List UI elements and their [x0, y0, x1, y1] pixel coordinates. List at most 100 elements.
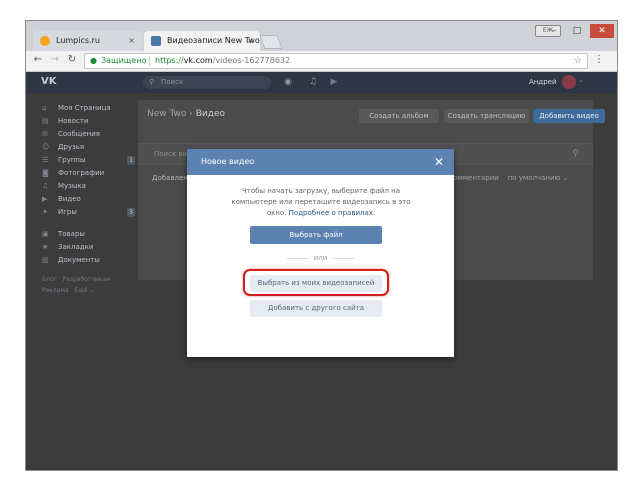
tab-added[interactable]: Добавлен: [152, 174, 188, 182]
close-icon[interactable]: ✕: [434, 149, 444, 175]
create-album-button[interactable]: Создать альбом: [359, 109, 439, 123]
tab-close-icon[interactable]: ×: [128, 31, 135, 51]
add-from-other-site-button[interactable]: Добавить с другого сайта: [250, 300, 382, 317]
select-file-button[interactable]: Выбрать файл: [250, 226, 382, 244]
bell-icon[interactable]: ◉: [282, 76, 294, 88]
divider: [149, 56, 150, 66]
sidebar-item-label: Группы: [58, 156, 86, 164]
url-scheme: https://: [155, 56, 184, 65]
chevron-down-icon[interactable]: ⌄: [578, 76, 584, 84]
vk-search-placeholder: Поиск: [161, 78, 184, 86]
maximize-button[interactable]: □: [568, 24, 586, 38]
tab-vk-videos[interactable]: Видеозаписи New Two ×: [144, 31, 260, 51]
or-divider: или: [187, 254, 454, 262]
music-icon[interactable]: ♫: [307, 76, 319, 88]
sidebar-item-goods[interactable]: ▣ Товары: [40, 228, 135, 241]
count-badge: 1: [127, 156, 135, 165]
groups-icon: ☰: [42, 156, 49, 164]
games-icon: ✦: [42, 208, 48, 216]
sidebar-item-bookmarks[interactable]: ★ Закладки: [40, 241, 135, 254]
address-bar[interactable]: ● Защищено https://vk.com/videos-1627786…: [84, 53, 588, 69]
user-name[interactable]: Андрей: [529, 76, 557, 88]
sidebar-item-label: Моя Страница: [58, 104, 111, 112]
sidebar-item-friends[interactable]: ☺ Друзья: [40, 141, 135, 154]
lumpics-favicon-icon: [40, 36, 50, 46]
browser-menu-icon[interactable]: ⋮: [592, 53, 606, 67]
url-host: vk.com: [183, 56, 213, 65]
sidebar-item-label: Товары: [58, 230, 85, 238]
sidebar-item-label: Фотографии: [58, 169, 105, 177]
sidebar-item-games[interactable]: ✦ Игры 3: [40, 206, 135, 219]
breadcrumb-separator: ›: [189, 109, 193, 119]
footer-link-developers[interactable]: Разработчикам: [63, 276, 111, 283]
sidebar-item-label: Сообщения: [58, 130, 101, 138]
close-window-button[interactable]: ✕: [590, 24, 614, 38]
search-icon: ⚲: [149, 78, 155, 86]
sidebar-item-label: Друзья: [58, 143, 85, 151]
footer-link-ads[interactable]: Реклама: [42, 287, 69, 294]
browser-window: Lumpics.ru × Видеозаписи New Two × ЕЖ – …: [25, 20, 618, 471]
sort-controls: ор комментарии по умолчанию ⌄: [438, 174, 569, 182]
bookmark-star-icon[interactable]: ☆: [574, 54, 582, 68]
create-stream-button[interactable]: Создать трансляцию: [444, 109, 529, 123]
search-icon[interactable]: ⚲: [572, 144, 579, 164]
vk-page: VK ⚲ Поиск ◉ ♫ ▶ Андрей ⌄ ⌂ Моя Страница …: [26, 72, 617, 470]
add-video-button[interactable]: Добавить видео: [533, 109, 605, 123]
url-path: /videos-162778632: [212, 56, 291, 65]
lock-icon: ●: [90, 56, 97, 65]
footer-link-more[interactable]: Ещё ⌄: [74, 287, 94, 294]
period: .: [372, 209, 376, 217]
sidebar-item-groups[interactable]: ☰ Группы 1: [40, 154, 135, 167]
secure-label: Защищено: [101, 56, 147, 65]
sidebar-item-documents[interactable]: ▥ Документы: [40, 254, 135, 267]
video-icon[interactable]: ▶: [328, 76, 340, 88]
breadcrumb-current: Видео: [195, 109, 226, 119]
vk-search-input[interactable]: ⚲ Поиск: [143, 76, 271, 89]
sidebar-item-music[interactable]: ♫ Музыка: [40, 180, 135, 193]
sidebar-item-my-page[interactable]: ⌂ Моя Страница: [40, 102, 135, 115]
forward-arrow-icon[interactable]: →: [48, 53, 62, 67]
tab-close-icon[interactable]: ×: [247, 31, 254, 51]
video-icon: ▶: [42, 195, 48, 203]
messages-icon: ✉: [42, 130, 48, 138]
sidebar-item-label: Музыка: [58, 182, 86, 190]
tab-lumpics[interactable]: Lumpics.ru ×: [33, 31, 141, 51]
new-video-dialog: Новое видео ✕ Чтобы начать загрузку, выб…: [187, 149, 454, 357]
sidebar-item-photos[interactable]: ◙ Фотографии: [40, 167, 135, 180]
rules-link[interactable]: Подробнее о правилах: [289, 209, 373, 217]
breadcrumb-group[interactable]: New Two: [147, 109, 186, 119]
sidebar-footer: Блог Разработчикам Реклама Ещё ⌄: [40, 274, 135, 296]
dialog-instructions: Чтобы начать загрузку, выберите файл на …: [221, 186, 421, 219]
video-search-placeholder: Поиск ви: [154, 150, 188, 158]
sidebar-item-video[interactable]: ▶ Видео: [40, 193, 135, 206]
tab-label: Lumpics.ru: [56, 36, 100, 45]
url-text: https://vk.com/videos-162778632: [155, 54, 290, 68]
friends-icon: ☺: [42, 143, 50, 151]
photos-icon: ◙: [42, 169, 49, 177]
divider: [40, 219, 135, 228]
sort-default-select[interactable]: по умолчанию ⌄: [508, 174, 569, 182]
news-icon: ▤: [42, 117, 49, 125]
sidebar-item-label: Документы: [58, 256, 100, 264]
divider: [332, 257, 355, 259]
toolbar: ← → ↻ ● Защищено https://vk.com/videos-1…: [26, 51, 617, 72]
bookmarks-icon: ★: [42, 243, 49, 251]
sidebar-item-label: Игры: [58, 208, 77, 216]
new-tab-button[interactable]: [259, 35, 283, 49]
vk-header: VK ⚲ Поиск ◉ ♫ ▶ Андрей ⌄: [26, 72, 617, 93]
dialog-title: Новое видео: [201, 157, 255, 166]
sidebar-item-news[interactable]: ▤ Новости: [40, 115, 135, 128]
sidebar-item-messages[interactable]: ✉ Сообщения: [40, 128, 135, 141]
reload-icon[interactable]: ↻: [65, 53, 79, 67]
back-arrow-icon[interactable]: ←: [31, 53, 45, 67]
sidebar-item-label: Видео: [58, 195, 81, 203]
sidebar-item-label: Закладки: [58, 243, 94, 251]
highlight-frame: [243, 269, 389, 296]
count-badge: 3: [127, 208, 135, 217]
vk-logo[interactable]: VK: [41, 76, 59, 88]
avatar[interactable]: [562, 75, 576, 89]
footer-link-blog[interactable]: Блог: [42, 276, 57, 283]
minimize-button[interactable]: –: [545, 24, 563, 38]
sidebar: ⌂ Моя Страница ▤ Новости ✉ Сообщения ☺ Друзь…: [40, 102, 135, 296]
home-icon: ⌂: [42, 104, 47, 112]
